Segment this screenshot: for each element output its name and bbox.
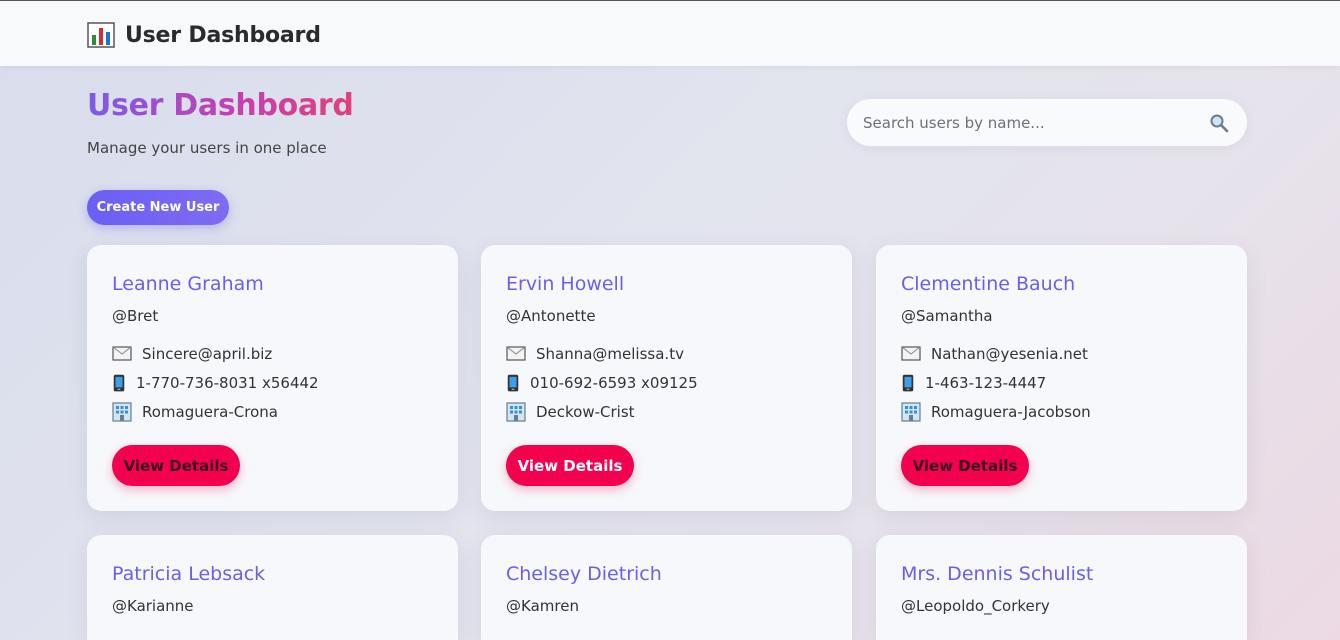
search-input[interactable] [863,102,1193,143]
page-title: User Dashboard [87,88,354,123]
user-card: Mrs. Dennis Schulist @Leopoldo_Corkery [876,535,1247,640]
user-name: Leanne Graham [112,273,264,295]
user-company-row: Deckow-Crist [506,402,635,422]
office-building-icon [506,402,526,422]
user-username: @Leopoldo_Corkery [901,597,1050,615]
view-details-button[interactable]: View Details [112,445,240,486]
user-company-row: Romaguera-Jacobson [901,402,1091,422]
user-name: Ervin Howell [506,273,625,295]
user-email-row: Nathan@yesenia.net [901,344,1088,364]
user-email: Shanna@melissa.tv [536,345,684,363]
user-phone-row: 010-692-6593 x09125 [506,373,698,393]
mobile-phone-icon [113,374,125,392]
user-name: Clementine Bauch [901,273,1076,295]
user-name: Mrs. Dennis Schulist [901,563,1094,585]
user-card: Patricia Lebsack @Karianne [87,535,458,640]
user-phone-row: 1-463-123-4447 [901,373,1046,393]
create-new-user-button[interactable]: Create New User [87,190,229,225]
page-subtitle: Manage your users in one place [87,139,327,157]
user-card: Clementine Bauch @Samantha Nathan@yeseni… [876,245,1247,511]
user-card: Chelsey Dietrich @Kamren [481,535,852,640]
user-name: Chelsey Dietrich [506,563,662,585]
envelope-icon [112,346,132,361]
envelope-icon [506,346,526,361]
user-phone-row: 1-770-736-8031 x56442 [112,373,319,393]
user-company: Romaguera-Crona [142,403,278,421]
user-name: Patricia Lebsack [112,563,266,585]
user-phone: 1-463-123-4447 [925,374,1047,392]
user-company: Deckow-Crist [536,403,635,421]
user-username: @Bret [112,307,159,325]
user-company: Romaguera-Jacobson [931,403,1091,421]
mobile-phone-icon [507,374,519,392]
magnifier-icon[interactable] [1209,113,1229,133]
view-details-button[interactable]: View Details [901,445,1029,486]
office-building-icon [112,402,132,422]
user-username: @Karianne [112,597,194,615]
search-box [847,99,1247,146]
user-company-row: Romaguera-Crona [112,402,278,422]
user-card: Ervin Howell @Antonette Shanna@melissa.t… [481,245,852,511]
user-username: @Samantha [901,307,993,325]
brand-title: User Dashboard [125,22,321,48]
user-email: Sincere@april.biz [142,345,273,363]
user-phone: 010-692-6593 x09125 [530,374,698,392]
envelope-icon [901,346,921,361]
user-card: Leanne Graham @Bret Sincere@april.biz 1-… [87,245,458,511]
bar-chart-icon [87,22,115,48]
user-phone: 1-770-736-8031 x56442 [136,374,319,392]
user-email: Nathan@yesenia.net [931,345,1088,363]
brand[interactable]: User Dashboard [87,20,321,50]
user-username: @Antonette [506,307,596,325]
user-username: @Kamren [506,597,579,615]
mobile-phone-icon [902,374,914,392]
user-email-row: Sincere@april.biz [112,344,272,364]
top-navbar: User Dashboard [0,0,1340,66]
office-building-icon [901,402,921,422]
user-email-row: Shanna@melissa.tv [506,344,684,364]
view-details-button[interactable]: View Details [506,445,634,486]
